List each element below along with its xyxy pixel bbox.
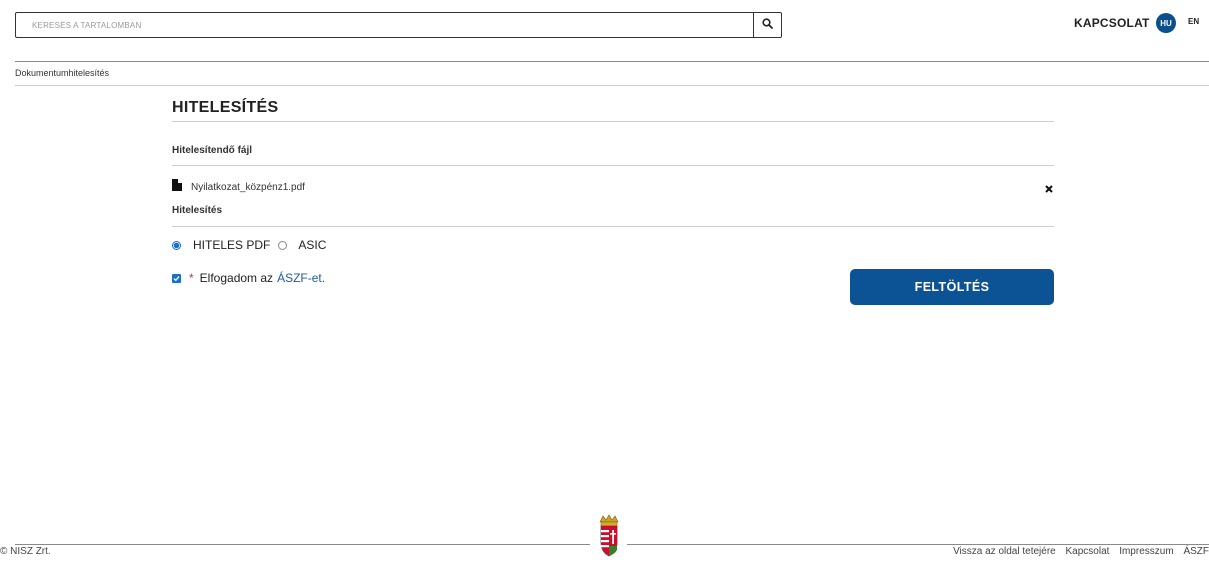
search-button[interactable] (753, 13, 781, 37)
option-hiteles-pdf-radio[interactable] (172, 240, 181, 250)
checkmark-icon (173, 275, 180, 281)
search-bar (15, 12, 782, 38)
accept-terms: * Elfogadom az ÁSZF-et. (172, 271, 325, 285)
footer-links: Vissza az oldal tetejére Kapcsolat Impre… (946, 546, 1209, 557)
accept-terms-checkbox[interactable] (172, 273, 181, 283)
search-input[interactable] (16, 13, 753, 37)
page-title: HITELESÍTÉS (172, 99, 279, 116)
remove-file-icon[interactable] (1045, 180, 1053, 198)
file-section-label: Hitelesítendő fájl (172, 145, 253, 156)
search-icon (762, 16, 773, 34)
auth-type-options: HITELES PDF ASIC (172, 238, 326, 252)
upload-button[interactable]: FELTÖLTÉS (850, 269, 1054, 305)
auth-section-divider (172, 226, 1054, 227)
contact-link[interactable]: KAPCSOLAT (1074, 16, 1150, 30)
option-asic-label[interactable]: ASIC (298, 238, 326, 252)
footer-divider-left (15, 544, 590, 545)
footer-divider-right (627, 544, 1209, 545)
footer-link-terms[interactable]: ÁSZF (1183, 546, 1209, 557)
copyright: © NISZ Zrt. (0, 546, 51, 557)
breadcrumb-divider (15, 85, 1209, 86)
file-section-divider (172, 165, 1054, 166)
file-name: Nyilatkozat_közpénz1.pdf (191, 181, 305, 193)
breadcrumb: Dokumentumhitelesítés (15, 68, 110, 78)
title-divider (172, 121, 1054, 122)
required-mark: * (189, 271, 194, 285)
language-hu-button[interactable]: HU (1156, 13, 1176, 33)
file-item: Nyilatkozat_közpénz1.pdf (172, 178, 305, 196)
footer-link-back-to-top[interactable]: Vissza az oldal tetejére (953, 546, 1056, 557)
footer-link-contact[interactable]: Kapcsolat (1066, 546, 1110, 557)
auth-section-label: Hitelesítés (172, 205, 223, 216)
accept-terms-text: Elfogadom az (199, 271, 274, 285)
option-hiteles-pdf-label[interactable]: HITELES PDF (193, 238, 270, 252)
language-en-button[interactable]: EN (1188, 17, 1199, 26)
option-asic-radio[interactable] (278, 240, 288, 250)
header-divider (15, 61, 1209, 62)
file-icon (172, 178, 182, 196)
terms-link[interactable]: ÁSZF-et. (277, 271, 325, 285)
footer-link-imprint[interactable]: Impresszum (1119, 546, 1173, 557)
hungarian-coat-of-arms-icon (597, 514, 621, 563)
